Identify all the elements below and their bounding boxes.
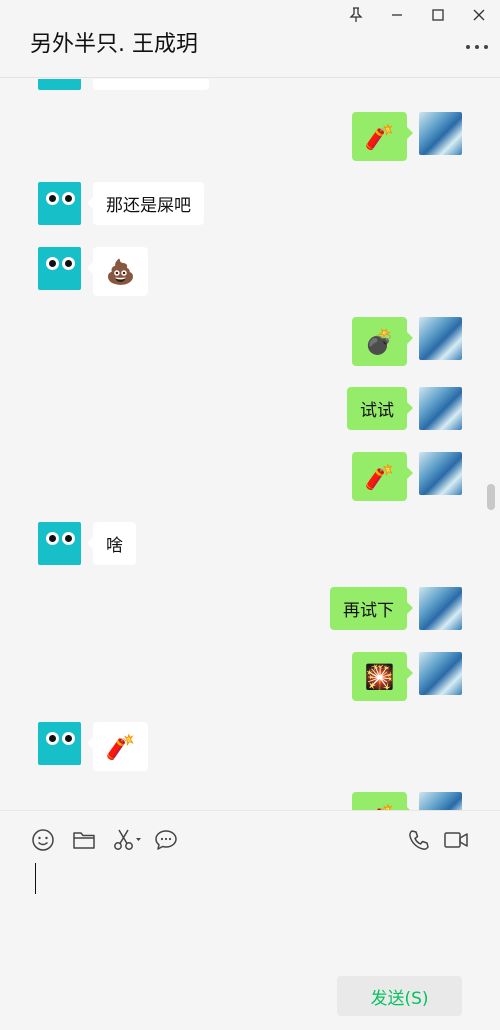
input-area: 发送(S) bbox=[0, 810, 500, 1030]
phone-icon[interactable] bbox=[406, 827, 432, 853]
chat-scrollbar[interactable] bbox=[487, 484, 495, 510]
contact-avatar[interactable] bbox=[38, 522, 81, 565]
contact-avatar[interactable] bbox=[38, 79, 81, 90]
message-bubble[interactable]: 再试下 bbox=[330, 587, 413, 630]
chat-bubble-icon[interactable] bbox=[153, 827, 179, 853]
video-icon[interactable] bbox=[442, 827, 470, 853]
message-bubble[interactable]: 🧨 bbox=[352, 452, 413, 501]
message-bubble[interactable]: 💣 bbox=[352, 317, 413, 366]
maximize-icon[interactable] bbox=[425, 4, 451, 26]
self-avatar[interactable] bbox=[419, 387, 462, 430]
message-bubble[interactable]: 那还是屎吧 bbox=[87, 182, 204, 225]
self-avatar[interactable] bbox=[419, 317, 462, 360]
emoji-icon[interactable] bbox=[30, 827, 56, 853]
message-bubble[interactable]: 试试 bbox=[347, 387, 413, 430]
self-avatar[interactable] bbox=[419, 792, 462, 810]
message-bubble[interactable]: 💩 bbox=[87, 247, 148, 296]
minimize-icon[interactable] bbox=[384, 4, 410, 26]
text-input-caret[interactable] bbox=[35, 863, 36, 894]
message-list[interactable]: 🧨 那还是屎吧 💩 💣 试试 🧨 啥 再试下 🎇 🧨 🧨 bbox=[0, 79, 500, 810]
message-bubble[interactable]: 🎇 bbox=[352, 652, 413, 701]
contact-avatar[interactable] bbox=[38, 182, 81, 225]
close-icon[interactable] bbox=[466, 4, 492, 26]
folder-icon[interactable] bbox=[71, 827, 97, 853]
send-button[interactable]: 发送(S) bbox=[337, 976, 462, 1016]
message-bubble[interactable] bbox=[93, 79, 209, 90]
message-bubble[interactable]: 🧨 bbox=[352, 792, 413, 810]
chat-title: 另外半只. 王成玥 bbox=[30, 32, 198, 57]
contact-avatar[interactable] bbox=[38, 247, 81, 290]
self-avatar[interactable] bbox=[419, 452, 462, 495]
scissors-icon[interactable] bbox=[112, 827, 142, 853]
more-options-icon[interactable] bbox=[466, 42, 488, 52]
message-bubble[interactable]: 啥 bbox=[87, 522, 136, 565]
message-bubble[interactable]: 🧨 bbox=[87, 722, 148, 771]
chat-header: 另外半只. 王成玥 bbox=[0, 0, 500, 78]
self-avatar[interactable] bbox=[419, 587, 462, 630]
pin-icon[interactable] bbox=[343, 4, 369, 26]
self-avatar[interactable] bbox=[419, 112, 462, 155]
contact-avatar[interactable] bbox=[38, 722, 81, 765]
message-bubble[interactable]: 🧨 bbox=[352, 112, 413, 161]
self-avatar[interactable] bbox=[419, 652, 462, 695]
